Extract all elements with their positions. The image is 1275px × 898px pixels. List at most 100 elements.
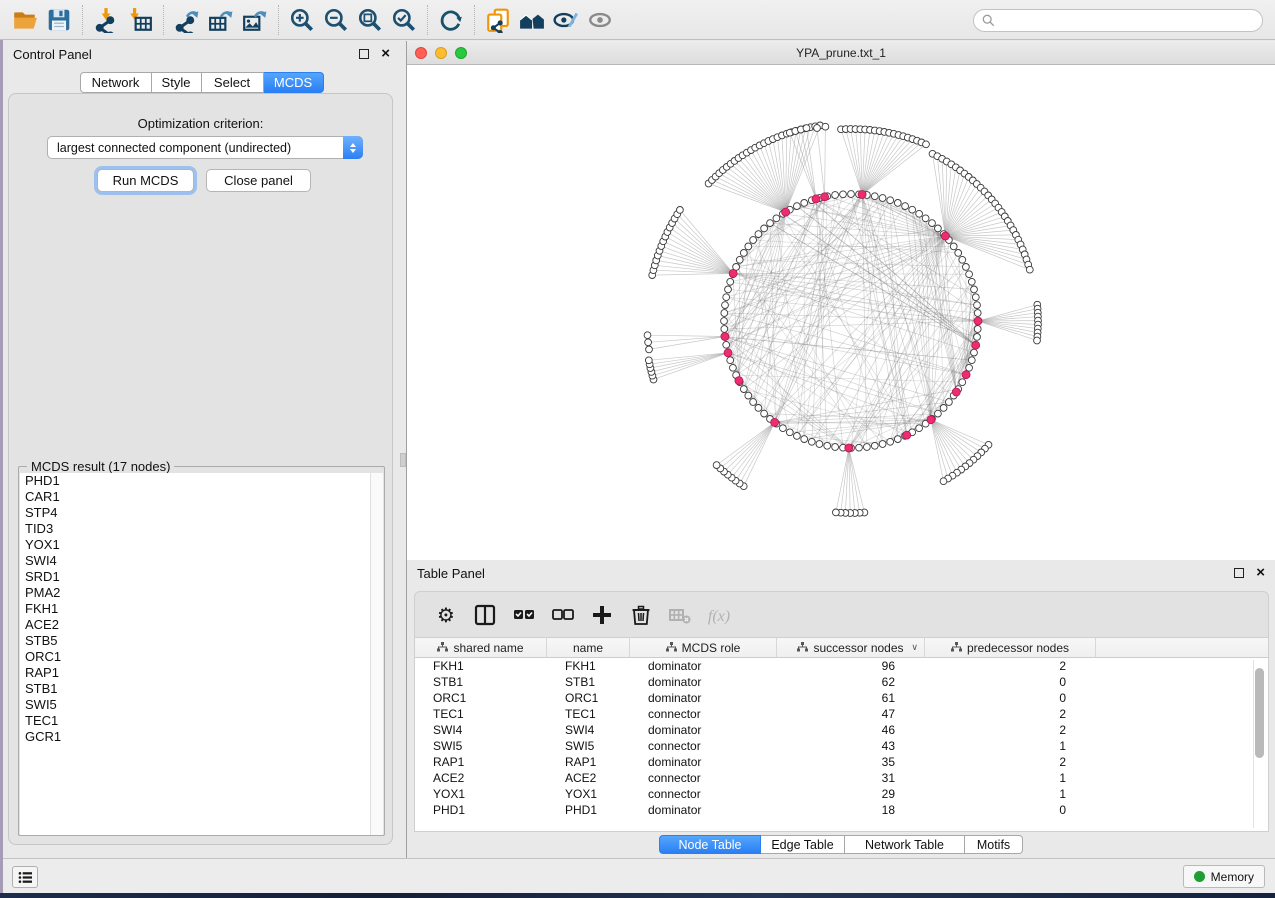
mcds-result-item[interactable]: SWI5 [20,697,372,713]
tab-edge-table[interactable]: Edge Table [761,835,845,854]
table-row-STB1[interactable]: STB1STB1dominator620 [415,674,1268,690]
mcds-result-item[interactable]: GCR1 [20,729,372,745]
select-all-icon[interactable] [509,600,539,630]
add-column-icon[interactable] [587,600,617,630]
tab-select[interactable]: Select [202,72,264,93]
desktop-wallpaper-bottom [0,893,1275,898]
open-folder-icon[interactable] [8,5,42,35]
mcds-result-item[interactable]: YOX1 [20,537,372,553]
delete-table-icon [665,600,695,630]
tab-network[interactable]: Network [80,72,152,93]
column-header-MCDS-role[interactable]: MCDS role [630,638,777,657]
cell: ORC1 [547,690,630,706]
column-header-predecessor-nodes[interactable]: predecessor nodes [925,638,1096,657]
zoom-selected-icon[interactable] [387,5,421,35]
import-table-icon[interactable] [123,5,157,35]
mcds-result-item[interactable]: PHD1 [20,473,372,489]
table-row-ACE2[interactable]: ACE2ACE2connector311 [415,770,1268,786]
toolbar-separator [278,5,279,35]
float-panel-icon[interactable] [359,49,369,59]
toolbar-separator [474,5,475,35]
mcds-list-scrollbar[interactable] [370,473,383,835]
import-network-icon[interactable] [89,5,123,35]
cell: 35 [777,754,925,770]
refresh-icon[interactable] [434,5,468,35]
mcds-result-list[interactable]: PHD1CAR1STP4TID3YOX1SWI4SRD1PMA2FKH1ACE2… [20,473,372,835]
table-row-PHD1[interactable]: PHD1PHD1dominator180 [415,802,1268,818]
copy-network-icon[interactable] [481,5,515,35]
close-window-icon[interactable] [415,47,427,59]
table-row-YOX1[interactable]: YOX1YOX1connector291 [415,786,1268,802]
settings-gear-icon[interactable]: ⚙ [431,600,461,630]
memory-button[interactable]: Memory [1183,865,1265,888]
zoom-out-icon[interactable] [319,5,353,35]
hide-details-icon[interactable] [549,5,583,35]
show-details-icon[interactable] [583,5,617,35]
export-image-icon[interactable] [238,5,272,35]
search-box[interactable] [973,9,1263,32]
table-row-TEC1[interactable]: TEC1TEC1connector472 [415,706,1268,722]
table-row-RAP1[interactable]: RAP1RAP1dominator352 [415,754,1268,770]
float-table-panel-icon[interactable] [1234,568,1244,578]
network-graph[interactable] [407,65,1275,560]
mcds-result-item[interactable]: RAP1 [20,665,372,681]
node-table: shared namenameMCDS rolesuccessor nodes∨… [414,638,1269,832]
mcds-result-item[interactable]: TID3 [20,521,372,537]
mcds-result-item[interactable]: TEC1 [20,713,372,729]
cell: SWI5 [547,738,630,754]
export-table-icon[interactable] [204,5,238,35]
column-layout-icon[interactable] [470,600,500,630]
sort-descending-icon: ∨ [911,642,918,653]
table-scrollbar-thumb[interactable] [1255,668,1264,758]
deselect-all-icon[interactable] [548,600,578,630]
mcds-result-item[interactable]: SWI4 [20,553,372,569]
mcds-result-item[interactable]: CAR1 [20,489,372,505]
tab-motifs[interactable]: Motifs [965,835,1023,854]
cell: RAP1 [415,754,547,770]
mcds-result-item[interactable]: STB1 [20,681,372,697]
table-row-SWI4[interactable]: SWI4SWI4dominator462 [415,722,1268,738]
network-window-titlebar[interactable]: YPA_prune.txt_1 [407,41,1275,65]
mcds-result-item[interactable]: STB5 [20,633,372,649]
network-canvas[interactable] [407,65,1275,560]
mcds-result-item[interactable]: SRD1 [20,569,372,585]
close-panel-button[interactable]: Close panel [206,169,311,192]
table-row-FKH1[interactable]: FKH1FKH1dominator962 [415,658,1268,674]
tab-network-table[interactable]: Network Table [845,835,965,854]
mcds-result-item[interactable]: ORC1 [20,649,372,665]
zoom-fit-icon[interactable] [353,5,387,35]
minimize-window-icon[interactable] [435,47,447,59]
cell: 2 [925,754,1096,770]
zoom-window-icon[interactable] [455,47,467,59]
delete-column-icon[interactable] [626,600,656,630]
column-header-successor-nodes[interactable]: successor nodes∨ [777,638,925,657]
cell: PHD1 [415,802,547,818]
column-header-shared-name[interactable]: shared name [415,638,547,657]
task-history-button[interactable] [12,866,38,888]
close-panel-icon[interactable]: × [381,49,390,59]
cell: SWI5 [415,738,547,754]
tab-node-table[interactable]: Node Table [659,835,761,854]
zoom-in-icon[interactable] [285,5,319,35]
table-scrollbar[interactable] [1253,660,1264,828]
tab-mcds[interactable]: MCDS [264,72,324,93]
mcds-result-item[interactable]: STP4 [20,505,372,521]
table-panel-title: Table Panel [417,566,1234,581]
mcds-result-item[interactable]: PMA2 [20,585,372,601]
overview-icon[interactable] [515,5,549,35]
optimization-criterion-dropdown[interactable]: largest connected component (undirected) [47,136,363,159]
run-mcds-button[interactable]: Run MCDS [97,169,194,192]
save-icon[interactable] [42,5,76,35]
table-row-SWI5[interactable]: SWI5SWI5connector431 [415,738,1268,754]
table-row-ORC1[interactable]: ORC1ORC1dominator610 [415,690,1268,706]
control-panel: Control Panel × NetworkStyleSelectMCDS O… [3,41,400,858]
column-header-name[interactable]: name [547,638,630,657]
table-panel-header: Table Panel × [407,560,1275,586]
export-network-icon[interactable] [170,5,204,35]
close-table-panel-icon[interactable]: × [1256,568,1265,578]
mcds-result-item[interactable]: ACE2 [20,617,372,633]
cell: dominator [630,802,777,818]
search-input[interactable] [1000,14,1262,28]
tab-style[interactable]: Style [152,72,202,93]
mcds-result-item[interactable]: FKH1 [20,601,372,617]
